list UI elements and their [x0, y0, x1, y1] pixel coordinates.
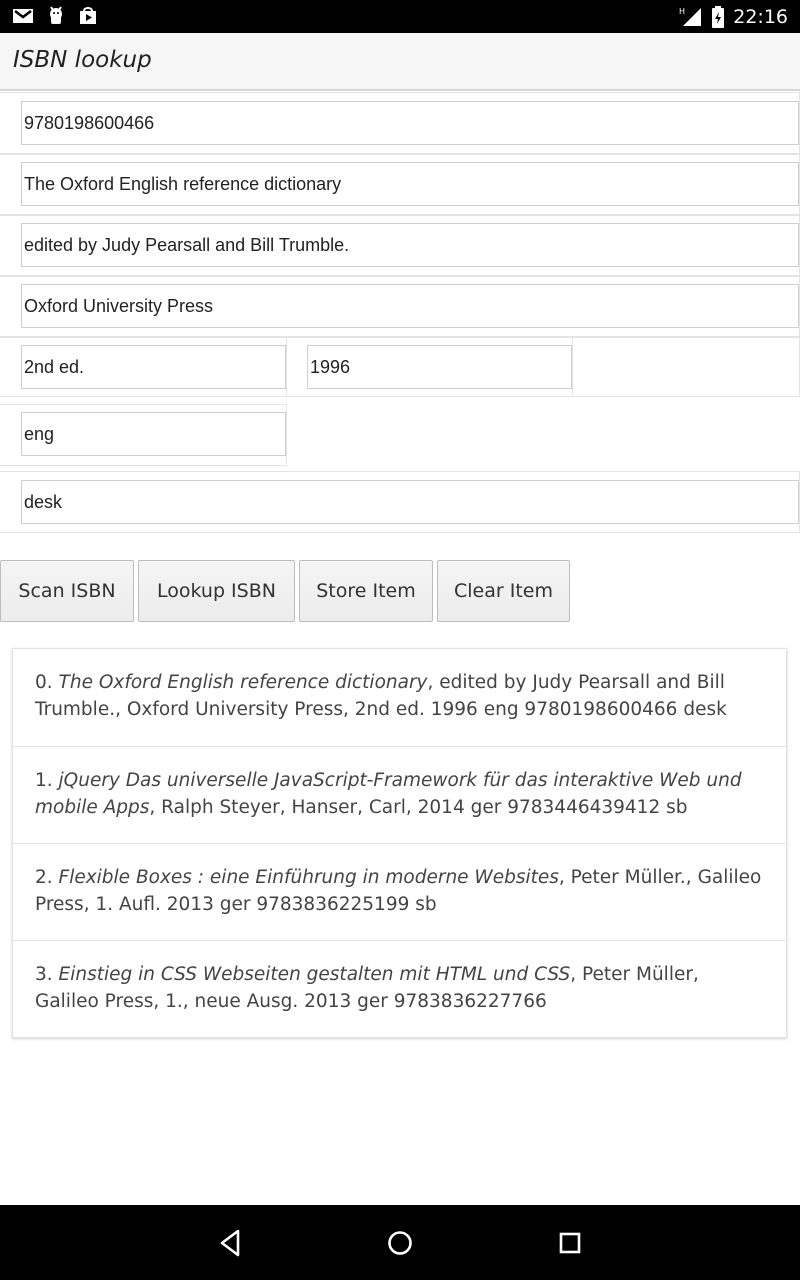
- author-input[interactable]: edited by Judy Pearsall and Bill Trumble…: [21, 223, 799, 267]
- notification-icons: [12, 5, 98, 27]
- isbn-input[interactable]: 9780198600466: [21, 101, 799, 145]
- item-index: 2.: [35, 867, 53, 888]
- language-input[interactable]: eng: [21, 412, 286, 456]
- gmail-icon: [13, 9, 33, 23]
- list-item[interactable]: 3. Einstieg in CSS Webseiten gestalten m…: [13, 940, 786, 1037]
- play-store-icon: [80, 7, 96, 24]
- item-title: The Oxford English reference dictionary: [58, 672, 428, 693]
- store-item-button[interactable]: Store Item: [299, 560, 433, 622]
- item-title: Flexible Boxes : eine Einführung in mode…: [58, 867, 559, 888]
- list-item[interactable]: 1. jQuery Das universelle JavaScript-Fra…: [13, 746, 786, 843]
- title-input[interactable]: The Oxford English reference dictionary: [21, 162, 799, 206]
- battery-icon: [712, 5, 725, 28]
- item-title: Einstieg in CSS Webseiten gestalten mit …: [58, 964, 571, 985]
- edition-input[interactable]: 2nd ed.: [21, 345, 286, 389]
- system-icons: H 22:16: [679, 0, 788, 33]
- item-details: , Ralph Steyer, Hanser, Carl, 2014 ger 9…: [149, 797, 688, 818]
- app-title: ISBN lookup: [13, 47, 152, 73]
- year-input[interactable]: 1996: [307, 345, 572, 389]
- app-bar: ISBN lookup: [0, 33, 800, 91]
- navigation-bar: [0, 1205, 800, 1280]
- item-index: 3.: [35, 964, 53, 985]
- signal-icon: H: [679, 7, 702, 26]
- publisher-input[interactable]: Oxford University Press: [21, 284, 799, 328]
- android-debug-icon: [50, 6, 62, 24]
- svg-text:H: H: [679, 7, 685, 16]
- item-index: 0.: [35, 672, 53, 693]
- stored-items-list: 0. The Oxford English reference dictiona…: [12, 648, 787, 1038]
- back-icon[interactable]: [212, 1225, 248, 1261]
- status-bar: H 22:16: [0, 0, 800, 33]
- lookup-isbn-button[interactable]: Lookup ISBN: [138, 560, 295, 622]
- scan-isbn-button[interactable]: Scan ISBN: [0, 560, 134, 622]
- location-input[interactable]: desk: [21, 480, 799, 524]
- home-icon[interactable]: [382, 1225, 418, 1261]
- clock: 22:16: [733, 5, 788, 28]
- clear-item-button[interactable]: Clear Item: [437, 560, 570, 622]
- recents-icon[interactable]: [552, 1225, 588, 1261]
- item-index: 1.: [35, 770, 53, 791]
- list-item[interactable]: 2. Flexible Boxes : eine Einführung in m…: [13, 843, 786, 940]
- list-item[interactable]: 0. The Oxford English reference dictiona…: [13, 649, 786, 746]
